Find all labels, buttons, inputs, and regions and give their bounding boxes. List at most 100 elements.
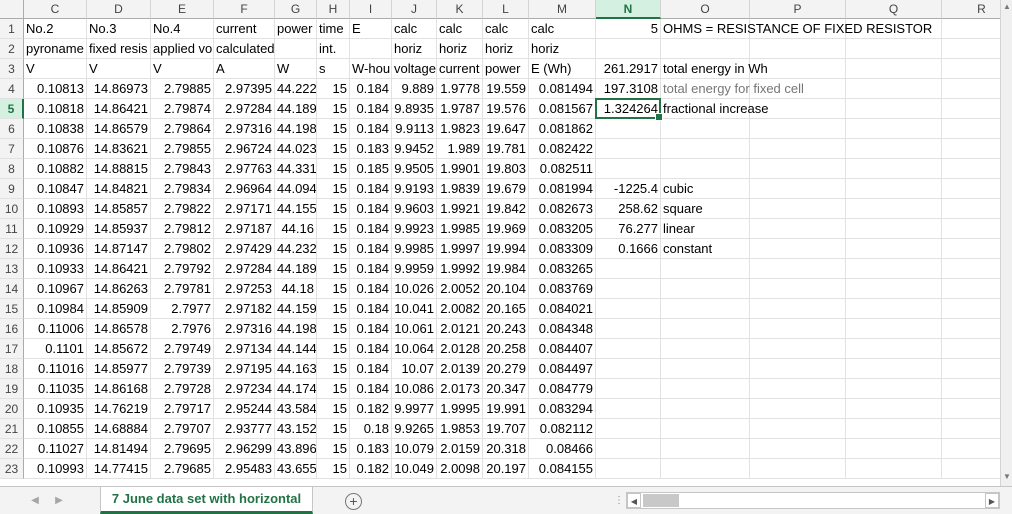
horizontal-scrollbar[interactable]: ◀ ▶ [626, 492, 1000, 509]
cell-P6[interactable] [750, 119, 846, 139]
vertical-scrollbar[interactable]: ▲ ▼ [1000, 0, 1012, 486]
column-header-J[interactable]: J [392, 0, 437, 19]
cell-O5[interactable]: fractional increase [661, 99, 769, 119]
cell-N20[interactable] [596, 399, 661, 419]
cell-Q7[interactable] [846, 139, 942, 159]
row-header-17[interactable]: 17 [0, 339, 24, 359]
cell-M17[interactable]: 0.084407 [529, 339, 596, 359]
cell-G22[interactable]: 43.896 [275, 439, 317, 459]
cell-H12[interactable]: 15 [317, 239, 350, 259]
cell-P13[interactable] [750, 259, 846, 279]
spreadsheet-grid[interactable]: CDEFGHIJKLMNOPQRS1No.2No.3No.4currentpow… [0, 0, 1012, 486]
column-header-O[interactable]: O [661, 0, 750, 19]
cell-O14[interactable] [661, 279, 750, 299]
cell-K14[interactable]: 2.0052 [437, 279, 483, 299]
cell-I5[interactable]: 0.184 [350, 99, 392, 119]
cell-F7[interactable]: 2.96724 [214, 139, 275, 159]
cell-M6[interactable]: 0.081862 [529, 119, 596, 139]
cell-I19[interactable]: 0.184 [350, 379, 392, 399]
cell-I20[interactable]: 0.182 [350, 399, 392, 419]
cell-M12[interactable]: 0.083309 [529, 239, 596, 259]
cell-G13[interactable]: 44.189 [275, 259, 317, 279]
row-header-16[interactable]: 16 [0, 319, 24, 339]
cell-L23[interactable]: 20.197 [483, 459, 529, 479]
cell-D16[interactable]: 14.86578 [87, 319, 151, 339]
cell-E19[interactable]: 2.79728 [151, 379, 214, 399]
row-header-10[interactable]: 10 [0, 199, 24, 219]
row-header-7[interactable]: 7 [0, 139, 24, 159]
cell-P22[interactable] [750, 439, 846, 459]
cell-Q18[interactable] [846, 359, 942, 379]
cell-H1[interactable]: time [317, 19, 350, 39]
cell-C18[interactable]: 0.11016 [24, 359, 87, 379]
cell-H20[interactable]: 15 [317, 399, 350, 419]
tab-split-handle-icon[interactable]: ⋮ [614, 495, 624, 506]
cell-H19[interactable]: 15 [317, 379, 350, 399]
cell-N10[interactable]: 258.62 [596, 199, 661, 219]
cell-F12[interactable]: 2.97429 [214, 239, 275, 259]
cell-D8[interactable]: 14.88815 [87, 159, 151, 179]
cell-L1[interactable]: calc [483, 19, 529, 39]
cell-O19[interactable] [661, 379, 750, 399]
cell-P10[interactable] [750, 199, 846, 219]
cell-D23[interactable]: 14.77415 [87, 459, 151, 479]
cell-Q22[interactable] [846, 439, 942, 459]
cell-D6[interactable]: 14.86579 [87, 119, 151, 139]
cell-E17[interactable]: 2.79749 [151, 339, 214, 359]
cell-N14[interactable] [596, 279, 661, 299]
cell-P21[interactable] [750, 419, 846, 439]
cell-K18[interactable]: 2.0139 [437, 359, 483, 379]
cell-C13[interactable]: 0.10933 [24, 259, 87, 279]
cell-I4[interactable]: 0.184 [350, 79, 392, 99]
cell-E14[interactable]: 2.79781 [151, 279, 214, 299]
cell-P19[interactable] [750, 379, 846, 399]
row-header-18[interactable]: 18 [0, 359, 24, 379]
cell-D12[interactable]: 14.87147 [87, 239, 151, 259]
row-header-20[interactable]: 20 [0, 399, 24, 419]
cell-C6[interactable]: 0.10838 [24, 119, 87, 139]
cell-I14[interactable]: 0.184 [350, 279, 392, 299]
cell-E7[interactable]: 2.79855 [151, 139, 214, 159]
cell-J7[interactable]: 9.9452 [392, 139, 437, 159]
cell-M14[interactable]: 0.083769 [529, 279, 596, 299]
column-header-K[interactable]: K [437, 0, 483, 19]
cell-Q9[interactable] [846, 179, 942, 199]
cell-H2[interactable]: int. [317, 39, 350, 59]
column-header-H[interactable]: H [317, 0, 350, 19]
cell-K17[interactable]: 2.0128 [437, 339, 483, 359]
cell-M10[interactable]: 0.082673 [529, 199, 596, 219]
cell-Q3[interactable] [846, 59, 942, 79]
cell-C2[interactable]: pyroname [24, 39, 87, 59]
cell-D13[interactable]: 14.86421 [87, 259, 151, 279]
cell-O21[interactable] [661, 419, 750, 439]
cell-I9[interactable]: 0.184 [350, 179, 392, 199]
column-header-P[interactable]: P [750, 0, 846, 19]
cell-O6[interactable] [661, 119, 750, 139]
cell-L8[interactable]: 19.803 [483, 159, 529, 179]
cell-J22[interactable]: 10.079 [392, 439, 437, 459]
cell-O3[interactable]: total energy in Wh [661, 59, 768, 79]
cell-L6[interactable]: 19.647 [483, 119, 529, 139]
cell-F11[interactable]: 2.97187 [214, 219, 275, 239]
row-header-19[interactable]: 19 [0, 379, 24, 399]
cell-H6[interactable]: 15 [317, 119, 350, 139]
cell-J10[interactable]: 9.9603 [392, 199, 437, 219]
cell-L20[interactable]: 19.991 [483, 399, 529, 419]
cell-N6[interactable] [596, 119, 661, 139]
cell-M5[interactable]: 0.081567 [529, 99, 596, 119]
cell-I23[interactable]: 0.182 [350, 459, 392, 479]
cell-L7[interactable]: 19.781 [483, 139, 529, 159]
column-header-N[interactable]: N [596, 0, 661, 19]
cell-C7[interactable]: 0.10876 [24, 139, 87, 159]
row-header-6[interactable]: 6 [0, 119, 24, 139]
cell-Q5[interactable] [846, 99, 942, 119]
cell-G4[interactable]: 44.222 [275, 79, 317, 99]
cell-C1[interactable]: No.2 [24, 19, 87, 39]
cell-I3[interactable]: W-hou [350, 59, 392, 79]
cell-L3[interactable]: power [483, 59, 529, 79]
column-header-M[interactable]: M [529, 0, 596, 19]
cell-P8[interactable] [750, 159, 846, 179]
cell-J2[interactable]: horiz [392, 39, 437, 59]
cell-C12[interactable]: 0.10936 [24, 239, 87, 259]
row-header-1[interactable]: 1 [0, 19, 24, 39]
